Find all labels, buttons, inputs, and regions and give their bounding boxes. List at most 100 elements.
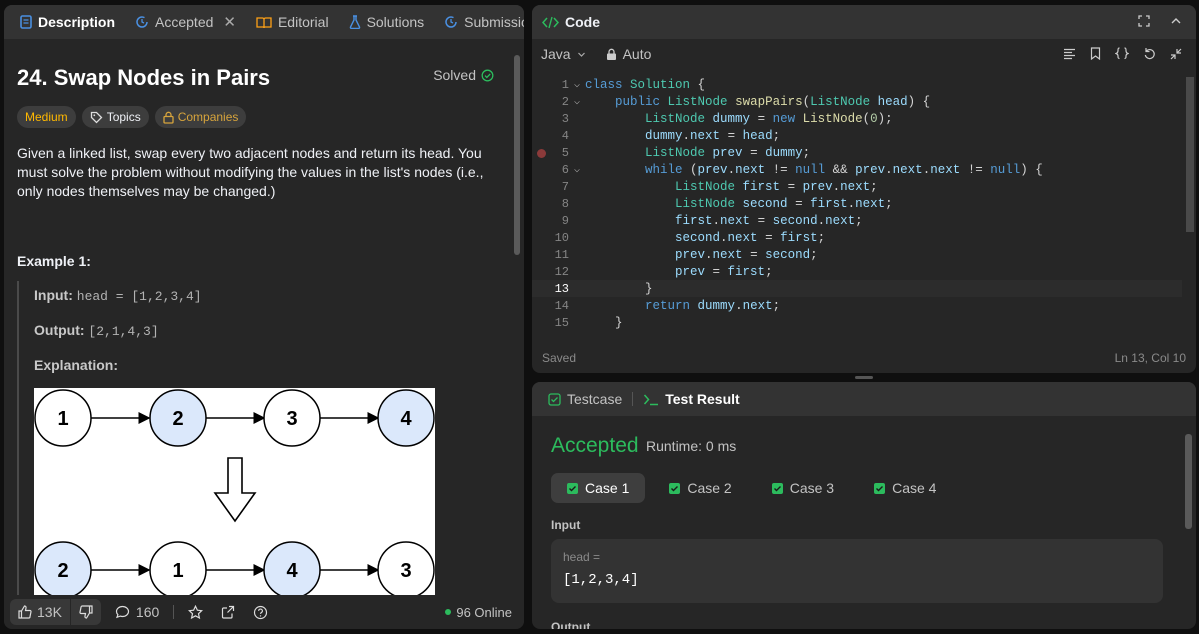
- companies-label: Companies: [177, 110, 239, 124]
- online-dot: [445, 609, 452, 615]
- dislike-button[interactable]: [71, 599, 101, 625]
- like-button[interactable]: 13K: [10, 599, 70, 625]
- history-icon: [135, 15, 149, 29]
- close-icon[interactable]: ✕: [223, 13, 236, 31]
- code-panel: Code Java Auto 1 ⌵ class Solution { 2 ⌵ pub…: [532, 5, 1196, 373]
- tab-label: Editorial: [277, 14, 329, 30]
- bookmark-icon[interactable]: [1090, 47, 1101, 60]
- tab-testcase[interactable]: Testcase: [542, 382, 628, 416]
- code-editor[interactable]: 1 ⌵ class Solution { 2 ⌵ public ListNode sw…: [532, 76, 1182, 331]
- code-header: Code: [532, 5, 1196, 39]
- editor-status-bar: Saved Ln 13, Col 10: [542, 351, 1186, 365]
- tag-icon: [90, 111, 103, 124]
- book-icon: [256, 16, 272, 29]
- chevron-down-icon[interactable]: ⌵: [569, 164, 585, 176]
- code-line: 3 ListNode dummy = new ListNode(0);: [561, 111, 893, 126]
- output-heading: Output: [551, 620, 591, 629]
- output-label: Output:: [34, 322, 85, 338]
- case-tab-4[interactable]: Case 4: [858, 473, 952, 503]
- result-panel: Testcase Test Result Accepted Runtime: 0…: [532, 382, 1196, 629]
- help-icon[interactable]: [253, 605, 268, 620]
- topics-button[interactable]: Topics: [81, 106, 149, 128]
- chevron-down-icon: [577, 50, 586, 59]
- editor-actions: [1063, 47, 1182, 60]
- case-tab-2[interactable]: Case 2: [653, 473, 747, 503]
- footer-divider: [173, 605, 175, 619]
- code-line: 1 ⌵ class Solution {: [561, 77, 706, 92]
- tab-accepted[interactable]: Accepted ✕: [129, 5, 242, 39]
- companies-button[interactable]: Companies: [154, 106, 247, 128]
- node-label: 3: [286, 408, 297, 430]
- mode-label: Auto: [622, 46, 652, 62]
- chevron-down-icon[interactable]: ⌵: [569, 96, 585, 108]
- code-line: 7 ListNode first = prev. next;: [561, 179, 878, 194]
- case-tab-1[interactable]: Case 1: [551, 473, 646, 503]
- description-scrollbar[interactable]: [514, 55, 520, 255]
- description-footer: 13K 160 96 Online: [4, 595, 524, 629]
- example-block: Input: head = [1,2,3,4] Output: [2,1,4,3…: [17, 281, 497, 595]
- code-line: 12 prev = first;: [554, 264, 773, 279]
- comments-button[interactable]: 160: [115, 604, 159, 620]
- breakpoint-marker[interactable]: [537, 149, 546, 158]
- tab-label: Testcase: [567, 391, 623, 407]
- left-tabbar: Description Accepted ✕ Editorial Solutio…: [4, 5, 524, 39]
- problem-title: 24. Swap Nodes in Pairs: [17, 65, 271, 90]
- checkbox-icon: [548, 392, 561, 406]
- input-heading: Input: [551, 518, 581, 532]
- check-icon: [874, 482, 886, 494]
- code-title: Code: [565, 14, 600, 30]
- collapse-icon[interactable]: [1170, 47, 1182, 60]
- braces-icon[interactable]: [1115, 47, 1129, 60]
- diagram-svg: 1 2 3 4 2 1 4 3: [34, 389, 435, 595]
- language-label: Java: [541, 46, 571, 62]
- tab-solutions[interactable]: Solutions: [343, 5, 431, 39]
- tab-submissions[interactable]: Submissions: [438, 5, 524, 39]
- tab-label: Submissions: [464, 14, 524, 30]
- input-value: [1,2,3,4]: [563, 572, 639, 588]
- tab-description[interactable]: Description: [14, 5, 121, 39]
- code-icon: [542, 16, 559, 29]
- bottom-list: 2 1 4 3: [34, 541, 435, 595]
- difficulty-badge[interactable]: Medium: [17, 106, 76, 128]
- case-tab-3[interactable]: Case 3: [756, 473, 850, 503]
- example-output: Output: [2,1,4,3]: [34, 322, 497, 339]
- maximize-icon[interactable]: [1138, 15, 1150, 27]
- tab-editorial[interactable]: Editorial: [250, 5, 335, 39]
- tab-label: Accepted: [155, 14, 214, 30]
- tab-label: Solutions: [366, 14, 425, 30]
- code-line: 14 return dummy. next;: [554, 298, 781, 313]
- input-value: head = [1,2,3,4]: [76, 289, 202, 304]
- panel-resize-handle[interactable]: [855, 376, 873, 379]
- result-scrollbar[interactable]: [1185, 434, 1192, 529]
- tab-label: Description: [38, 14, 116, 30]
- case-label: Case 4: [892, 480, 937, 496]
- editor-scrollbar[interactable]: [1186, 77, 1194, 232]
- node-label: 3: [400, 560, 411, 582]
- tab-test-result[interactable]: Test Result: [637, 382, 745, 416]
- code-line: 6 ⌵ while (prev. next != null && prev. next…: [561, 162, 1043, 177]
- check-icon: [771, 482, 783, 494]
- code-line: 8 ListNode second = first. next;: [561, 196, 893, 211]
- case-tabs: Case 1 Case 2 Case 3 Case 4: [551, 473, 952, 503]
- result-tabbar: Testcase Test Result: [532, 382, 1196, 416]
- share-icon[interactable]: [221, 605, 235, 619]
- node-label: 2: [57, 560, 68, 582]
- online-indicator: 96 Online: [445, 605, 512, 620]
- example-explanation: Explanation:: [34, 357, 497, 373]
- check-icon: [669, 482, 681, 494]
- input-key: head =: [563, 550, 601, 564]
- lock-icon: [163, 111, 174, 124]
- reset-icon[interactable]: [1143, 47, 1156, 60]
- code-line: 9 first. next = second. next;: [561, 213, 863, 228]
- problem-description: Given a linked list, swap every two adja…: [17, 145, 484, 199]
- node-label: 1: [57, 408, 68, 430]
- auto-mode-toggle[interactable]: Auto: [606, 46, 652, 62]
- thumbs-up-icon: [18, 605, 32, 619]
- format-icon[interactable]: [1063, 47, 1076, 60]
- chevron-up-icon[interactable]: [1170, 15, 1182, 27]
- language-select[interactable]: Java: [541, 46, 586, 62]
- problem-content: 24. Swap Nodes in Pairs Medium Topics Co…: [4, 39, 510, 595]
- star-icon[interactable]: [188, 604, 204, 620]
- node-label: 4: [400, 408, 412, 430]
- chevron-down-icon[interactable]: ⌵: [569, 79, 585, 91]
